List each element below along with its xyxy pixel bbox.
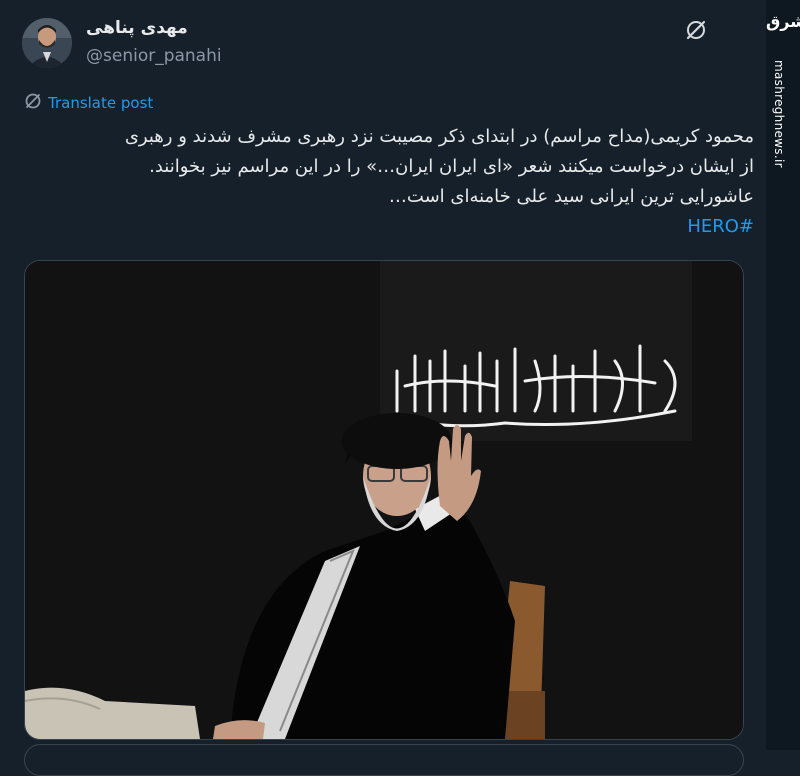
author-name[interactable]: مهدی پناهی [86,18,188,38]
translate-icon [24,92,42,114]
watermark-logo: مشرق [766,12,800,31]
watermark-url: mashreghnews.ir [772,60,786,168]
watermark-strip: مشرق mashreghnews.ir [766,0,800,750]
post-line: از ایشان درخواست میکنند شعر «ای ایران ای… [149,156,754,177]
next-card-edge [24,744,744,776]
hashtag-link[interactable]: #HERO [687,216,754,237]
grok-icon[interactable] [684,18,708,42]
tweet: مهدی پناهی @senior_panahi Translate post… [0,0,764,776]
post-line: محمود کریمی(مداح مراسم) در ابتدای ذکر مص… [124,126,754,147]
translate-label: Translate post [48,94,154,112]
avatar-image [22,18,72,68]
author-handle[interactable]: @senior_panahi [86,46,222,66]
avatar[interactable] [22,18,72,68]
post-image[interactable] [24,260,744,740]
post-text: محمود کریمی(مداح مراسم) در ابتدای ذکر مص… [24,122,754,242]
post-line: عاشورایی ترین ایرانی سید علی خامنه‌ای اس… [388,186,754,207]
translate-post-link[interactable]: Translate post [24,92,153,114]
